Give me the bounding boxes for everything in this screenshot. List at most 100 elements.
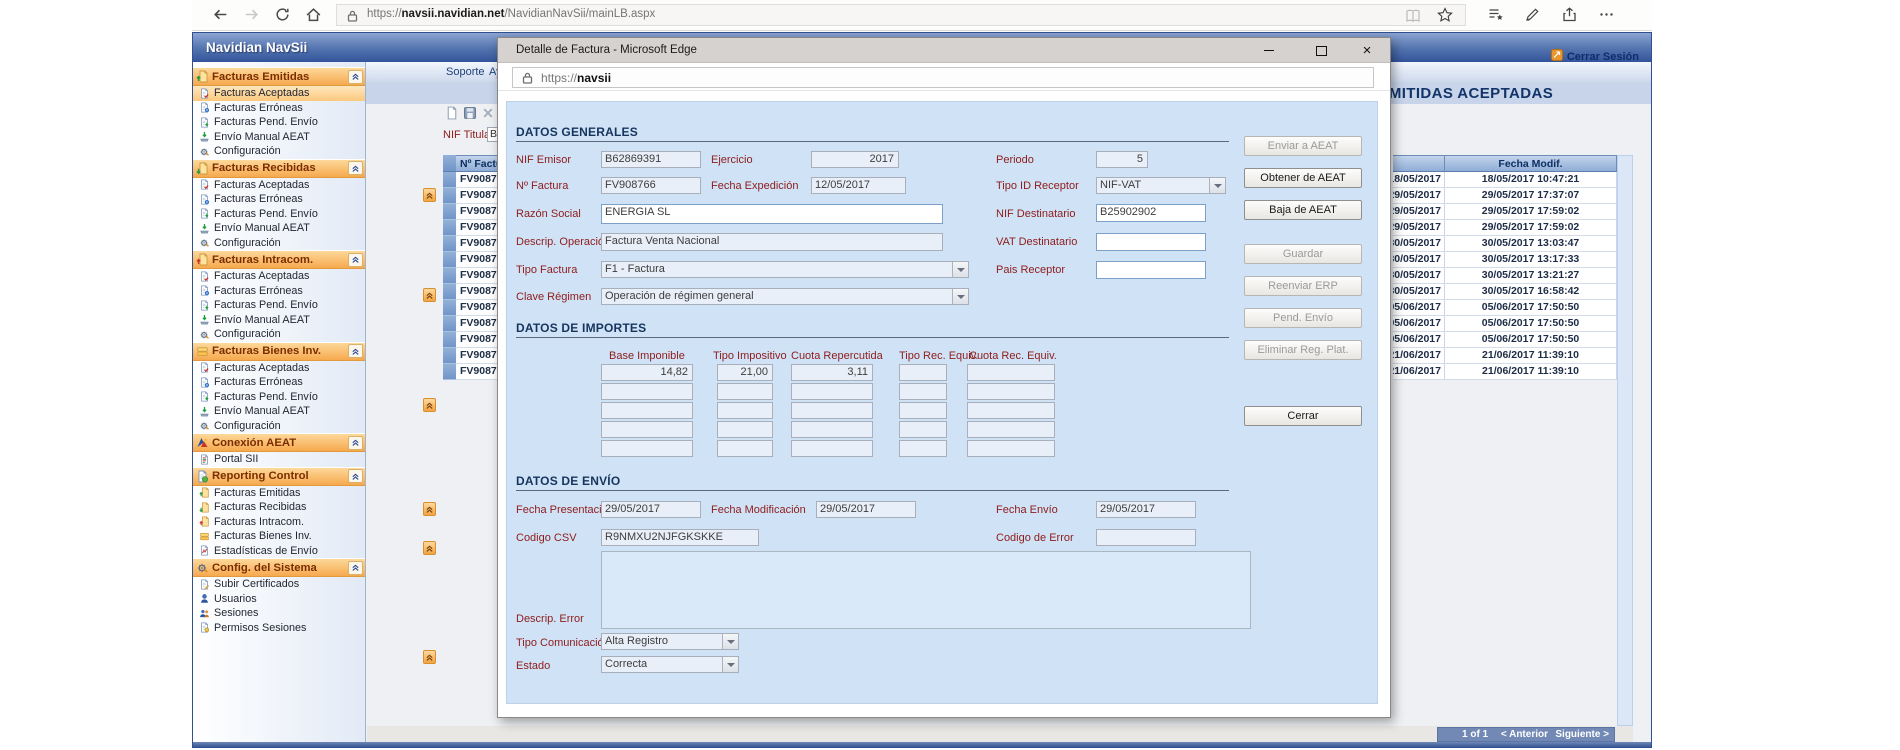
collapse-group-icon[interactable] [348, 469, 363, 483]
collapse-group-icon[interactable] [348, 561, 363, 575]
sidebar-item-configuracion[interactable]: Configuración [193, 327, 365, 342]
panel-collapse-icon[interactable] [423, 650, 436, 664]
close-icon[interactable]: × [1353, 39, 1381, 62]
grid-row-selector[interactable] [443, 188, 456, 204]
sidebar-item-facturas-pend-envio[interactable]: Facturas Pend. Envío [193, 390, 365, 405]
grid-row-selector[interactable] [443, 172, 456, 188]
field-estado-select[interactable]: Correcta [601, 656, 739, 673]
grid-cell-hidden-datetime[interactable]: 21/06/2017 11:39:10 [1393, 364, 1445, 380]
sidebar-item-facturas-erroneas[interactable]: Facturas Erróneas [193, 375, 365, 390]
hub-icon[interactable] [1487, 6, 1505, 24]
sidebar-item-facturas-aceptadas[interactable]: Facturas Aceptadas [193, 178, 365, 193]
prev-page-button[interactable]: < Anterior [1501, 729, 1548, 740]
sidebar-item-envio-manual-aeat[interactable]: Envío Manual AEAT [193, 404, 365, 419]
sidebar-item-facturas-recibidas[interactable]: Facturas Recibidas [193, 500, 365, 515]
grid-cell-fecha-modif[interactable]: 30/05/2017 13:03:47 [1445, 236, 1617, 252]
grid-cell-fecha-modif[interactable]: 21/06/2017 11:39:10 [1445, 364, 1617, 380]
grid-cell-hidden-datetime[interactable]: 30/05/2017 13:17:33 [1393, 252, 1445, 268]
sidebar-group-facturas-recibidas[interactable]: Facturas Recibidas [193, 159, 365, 178]
field-pais_receptor-input[interactable] [1096, 261, 1206, 279]
grid-cell-fecha-modif[interactable]: 30/05/2017 13:21:27 [1445, 268, 1617, 284]
grid-cell-hidden-datetime[interactable]: 30/05/2017 16:58:42 [1393, 284, 1445, 300]
grid-fecha-modif-column-header[interactable]: Fecha Modif. [1445, 155, 1617, 172]
grid-row-selector[interactable] [443, 284, 456, 300]
dialog-address-bar[interactable]: https://navsii [512, 67, 1374, 88]
field-razon_social-input[interactable]: ENERGIA SL [601, 204, 943, 224]
collapse-group-icon[interactable] [348, 253, 363, 267]
obtener-de-aeat-button[interactable]: Obtener de AEAT [1244, 168, 1362, 188]
reading-view-icon[interactable] [1405, 8, 1421, 29]
sidebar-item-envio-manual-aeat[interactable]: Envío Manual AEAT [193, 130, 365, 145]
sidebar-item-configuracion[interactable]: Configuración [193, 144, 365, 159]
favorites-star-icon[interactable] [1437, 7, 1453, 28]
sidebar-item-facturas-aceptadas[interactable]: Facturas Aceptadas [193, 86, 365, 101]
back-icon[interactable] [212, 6, 230, 24]
sidebar-item-facturas-aceptadas[interactable]: Facturas Aceptadas [193, 269, 365, 284]
grid-cell-hidden-datetime[interactable]: 29/05/2017 17:37:07 [1393, 188, 1445, 204]
grid-row-selector[interactable] [443, 252, 456, 268]
grid-cell-fecha-modif[interactable]: 30/05/2017 13:17:33 [1445, 252, 1617, 268]
sidebar-item-facturas-pend-envio[interactable]: Facturas Pend. Envío [193, 207, 365, 222]
maximize-icon[interactable] [1307, 39, 1335, 62]
field-tipo_factura-select[interactable]: F1 - Factura [601, 261, 969, 278]
collapse-group-icon[interactable] [348, 344, 363, 358]
grid-cell-hidden-datetime[interactable]: 30/05/2017 13:03:47 [1393, 236, 1445, 252]
address-bar[interactable]: https://navsii.navidian.net/NavidianNavS… [336, 4, 1466, 26]
grid-hidden-column-header[interactable] [1393, 155, 1445, 172]
field-nif_destinatario-input[interactable]: B25902902 [1096, 204, 1206, 222]
grid-cell-fecha-modif[interactable]: 29/05/2017 17:59:02 [1445, 220, 1617, 236]
sidebar-item-sesiones[interactable]: Sesiones [193, 606, 365, 621]
sidebar-item-usuarios[interactable]: Usuarios [193, 592, 365, 607]
grid-cell-fecha-modif[interactable]: 29/05/2017 17:59:02 [1445, 204, 1617, 220]
new-record-icon[interactable] [445, 106, 459, 120]
grid-cell-fecha-modif[interactable]: 05/06/2017 17:50:50 [1445, 332, 1617, 348]
grid-cell-fecha-modif[interactable]: 21/06/2017 11:39:10 [1445, 348, 1617, 364]
minimize-icon[interactable] [1255, 39, 1283, 62]
field-tipo_id_receptor-select[interactable]: NIF-VAT [1096, 177, 1226, 194]
sidebar-item-facturas-bienes-inv[interactable]: Facturas Bienes Inv. [193, 529, 365, 544]
panel-collapse-icon[interactable] [423, 288, 436, 302]
grid-cell-fecha-modif[interactable]: 29/05/2017 17:37:07 [1445, 188, 1617, 204]
sidebar-item-facturas-erroneas[interactable]: Facturas Erróneas [193, 284, 365, 299]
sidebar-item-estadisticas-de-envio[interactable]: Estadísticas de Envío [193, 544, 365, 559]
sidebar-group-facturas-intracom[interactable]: Facturas Intracom. [193, 250, 365, 269]
sidebar-item-facturas-erroneas[interactable]: Facturas Erróneas [193, 192, 365, 207]
panel-collapse-icon[interactable] [423, 502, 436, 516]
delete-icon[interactable] [481, 106, 495, 120]
grid-cell-hidden-datetime[interactable]: 05/06/2017 17:50:50 [1393, 316, 1445, 332]
grid-row-selector[interactable] [443, 300, 456, 316]
baja-de-aeat-button[interactable]: Baja de AEAT [1244, 200, 1362, 220]
collapse-group-icon[interactable] [348, 161, 363, 175]
sidebar-item-facturas-pend-envio[interactable]: Facturas Pend. Envío [193, 115, 365, 130]
sidebar-group-conexion-aeat[interactable]: Conexión AEAT [193, 433, 365, 452]
sidebar-item-subir-certificados[interactable]: Subir Certificados [193, 577, 365, 592]
sidebar-item-facturas-intracom[interactable]: Facturas Intracom. [193, 515, 365, 530]
dialog-titlebar[interactable]: Detalle de Factura - Microsoft Edge × [498, 38, 1390, 63]
grid-cell-hidden-datetime[interactable]: 05/06/2017 17:50:50 [1393, 332, 1445, 348]
next-page-button[interactable]: Siguiente > [1555, 729, 1609, 740]
share-icon[interactable] [1561, 6, 1579, 24]
grid-row-selector[interactable] [443, 236, 456, 252]
sidebar-item-permisos-sesiones[interactable]: Permisos Sesiones [193, 621, 365, 636]
sidebar-item-portal-sii[interactable]: Portal SII [193, 452, 365, 467]
panel-collapse-icon[interactable] [423, 398, 436, 412]
grid-cell-hidden-datetime[interactable]: 30/05/2017 13:21:27 [1393, 268, 1445, 284]
refresh-icon[interactable] [274, 6, 292, 24]
grid-cell-hidden-datetime[interactable]: 29/05/2017 17:59:02 [1393, 204, 1445, 220]
grid-scrollbar[interactable] [1617, 155, 1633, 726]
grid-cell-hidden-datetime[interactable]: 18/05/2017 10:47:21 [1393, 172, 1445, 188]
sidebar-group-reporting-control[interactable]: Reporting Control [193, 467, 365, 486]
cerrar-button[interactable]: Cerrar [1244, 406, 1362, 426]
sidebar-group-facturas-emitidas[interactable]: Facturas Emitidas [193, 67, 365, 86]
grid-row-selector[interactable] [443, 268, 456, 284]
collapse-group-icon[interactable] [348, 70, 363, 84]
grid-cell-fecha-modif[interactable]: 18/05/2017 10:47:21 [1445, 172, 1617, 188]
grid-cell-hidden-datetime[interactable]: 21/06/2017 11:39:10 [1393, 348, 1445, 364]
grid-row-selector[interactable] [443, 204, 456, 220]
home-icon[interactable] [305, 6, 323, 24]
grid-cell-fecha-modif[interactable]: 05/06/2017 17:50:50 [1445, 300, 1617, 316]
grid-cell-fecha-modif[interactable]: 30/05/2017 16:58:42 [1445, 284, 1617, 300]
sidebar-group-config-del-sistema[interactable]: Config. del Sistema [193, 558, 365, 577]
sidebar-item-facturas-aceptadas[interactable]: Facturas Aceptadas [193, 361, 365, 376]
save-icon[interactable] [463, 106, 477, 120]
